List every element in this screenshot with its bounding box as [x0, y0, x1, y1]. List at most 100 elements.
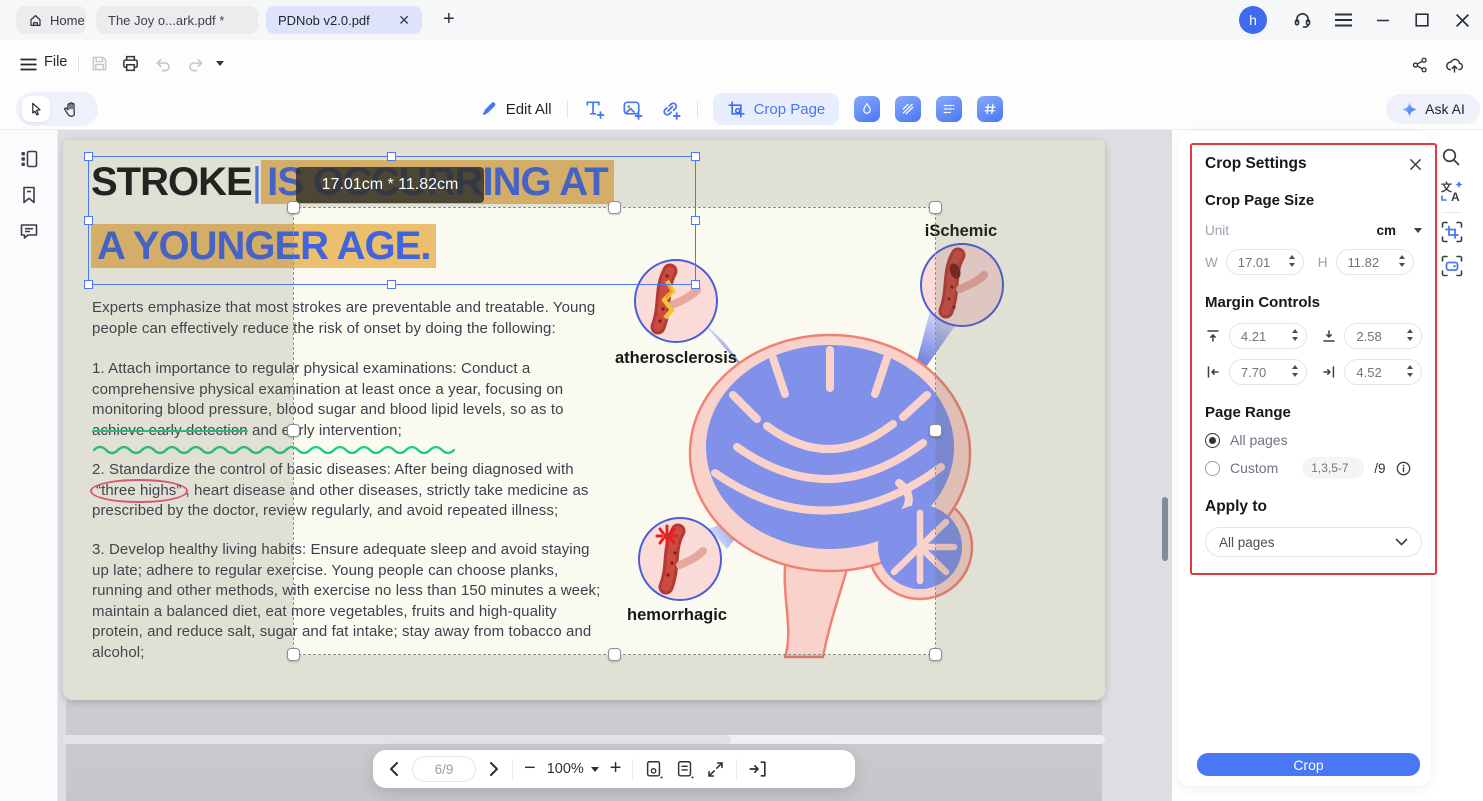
close-panel-icon[interactable] [1409, 158, 1422, 171]
selection-handle-bottom-left[interactable] [84, 280, 93, 289]
selection-handle-top-left[interactable] [84, 152, 93, 161]
margin-bottom-stepper[interactable] [1407, 329, 1413, 341]
crop-handle-bottom-left[interactable] [287, 648, 300, 661]
custom-range-input[interactable] [1302, 457, 1364, 479]
all-pages-radio-label[interactable]: All pages [1230, 432, 1288, 448]
crop-handle-bottom-right[interactable] [929, 648, 942, 661]
page-layout-icon[interactable] [675, 759, 695, 779]
read-mode-icon[interactable] [644, 759, 664, 779]
info-icon[interactable] [1396, 461, 1411, 476]
margin-left-icon [1205, 364, 1221, 380]
new-tab-button[interactable]: + [443, 8, 455, 31]
custom-range-radio[interactable] [1205, 461, 1220, 476]
selection-handle-top-center[interactable] [387, 152, 396, 161]
add-link-button[interactable] [659, 98, 682, 121]
add-text-button[interactable] [583, 98, 606, 121]
redo-icon[interactable] [187, 56, 206, 73]
fullscreen-icon[interactable] [706, 760, 725, 779]
minimize-button[interactable] [1366, 0, 1400, 40]
selection-handle-mid-left[interactable] [84, 216, 93, 225]
screenshot-crop-icon[interactable] [1440, 220, 1464, 244]
horizontal-scrollbar[interactable] [63, 735, 1105, 744]
right-panel: Crop Settings Crop Page Size Unit cm W H [1172, 130, 1483, 801]
share-icon[interactable] [1411, 56, 1429, 74]
header-footer-button[interactable] [936, 96, 962, 122]
next-page-icon[interactable] [487, 761, 501, 777]
divider [1442, 212, 1462, 213]
save-icon[interactable] [90, 54, 109, 73]
selection-handle-bottom-right[interactable] [691, 280, 700, 289]
selection-handle-top-right[interactable] [691, 152, 700, 161]
maximize-button[interactable] [1405, 0, 1439, 40]
tab-document-2-active[interactable]: PDNob v2.0.pdf ✕ [266, 6, 422, 34]
crop-handle-top-right[interactable] [929, 201, 942, 214]
height-stepper[interactable] [1399, 255, 1405, 267]
home-icon [28, 13, 43, 28]
crop-page-button-active[interactable]: Crop Page [713, 93, 840, 125]
divider [736, 759, 737, 779]
main-menu-icon[interactable] [1334, 13, 1353, 27]
ask-ai-button[interactable]: Ask AI [1386, 94, 1480, 124]
print-icon[interactable] [121, 54, 140, 73]
margin-right-icon [1321, 364, 1337, 380]
tab-document-1[interactable]: The Joy o...ark.pdf * [96, 6, 258, 34]
margin-left-input-group [1229, 359, 1307, 385]
margin-top-stepper[interactable] [1292, 329, 1298, 341]
page-number-button[interactable] [977, 96, 1003, 122]
crop-page-size-heading: Crop Page Size [1205, 192, 1422, 209]
crop-handle-mid-right[interactable] [929, 424, 942, 437]
margin-left-stepper[interactable] [1292, 365, 1298, 377]
vertical-scrollbar-thumb[interactable] [1162, 497, 1168, 561]
selection-handle-bottom-center[interactable] [387, 280, 396, 289]
page-range-heading: Page Range [1205, 404, 1422, 421]
tab-close-icon[interactable]: ✕ [398, 12, 410, 29]
thumbnails-panel-icon[interactable] [18, 148, 40, 170]
tab-home[interactable]: Home [16, 6, 86, 34]
zoom-in-button[interactable]: + [610, 757, 622, 780]
unit-dropdown[interactable]: cm [1376, 223, 1422, 238]
height-input-group [1336, 249, 1414, 275]
margin-bottom-icon [1321, 328, 1337, 344]
lines-icon [942, 102, 956, 116]
window-titlebar: Home The Joy o...ark.pdf * PDNob v2.0.pd… [0, 0, 1483, 40]
apply-to-select[interactable]: All pages [1205, 527, 1422, 557]
support-headset-icon[interactable] [1292, 9, 1313, 30]
toolbar-more-caret-icon[interactable] [216, 61, 224, 66]
search-icon[interactable] [1440, 146, 1464, 170]
horizontal-scrollbar-thumb[interactable] [63, 735, 731, 744]
user-avatar[interactable]: h [1239, 6, 1267, 34]
translate-icon[interactable]: 文 A [1440, 180, 1464, 204]
bookmarks-panel-icon[interactable] [18, 184, 40, 206]
crop-handle-mid-left[interactable] [287, 424, 300, 437]
custom-range-radio-label[interactable]: Custom [1230, 460, 1278, 476]
edit-all-button[interactable]: Edit All [480, 100, 552, 118]
all-pages-radio-selected[interactable] [1205, 433, 1220, 448]
screen-capture-area-icon[interactable] [1440, 254, 1464, 278]
zoom-dropdown-caret-icon[interactable] [591, 767, 599, 772]
cloud-upload-icon[interactable] [1444, 56, 1465, 74]
background-button[interactable] [895, 96, 921, 122]
toggle-panel-icon[interactable] [748, 759, 768, 779]
crop-handle-bottom-center[interactable] [608, 648, 621, 661]
file-menu-label[interactable]: File [44, 54, 67, 70]
add-image-button[interactable] [621, 98, 644, 121]
crop-confirm-button[interactable]: Crop [1197, 753, 1420, 776]
zoom-out-button[interactable]: − [524, 757, 536, 780]
comments-panel-icon[interactable] [18, 220, 40, 242]
width-stepper[interactable] [1289, 255, 1295, 267]
width-input-group [1226, 249, 1304, 275]
crop-mask-bottom [293, 655, 936, 700]
file-menu-icon[interactable] [20, 58, 37, 71]
zoom-level-value[interactable]: 100% [547, 761, 584, 777]
close-window-button[interactable] [1445, 0, 1479, 40]
previous-page-icon[interactable] [387, 761, 401, 777]
selection-handle-mid-right[interactable] [691, 216, 700, 225]
height-label: H [1318, 255, 1328, 270]
page-indicator-input[interactable]: 6/9 [412, 756, 476, 782]
crop-page-label: Crop Page [754, 101, 826, 118]
svg-text:A: A [1451, 190, 1460, 203]
tab-home-label: Home [50, 13, 85, 28]
margin-right-stepper[interactable] [1407, 365, 1413, 377]
watermark-button[interactable] [854, 96, 880, 122]
undo-icon[interactable] [153, 56, 172, 73]
